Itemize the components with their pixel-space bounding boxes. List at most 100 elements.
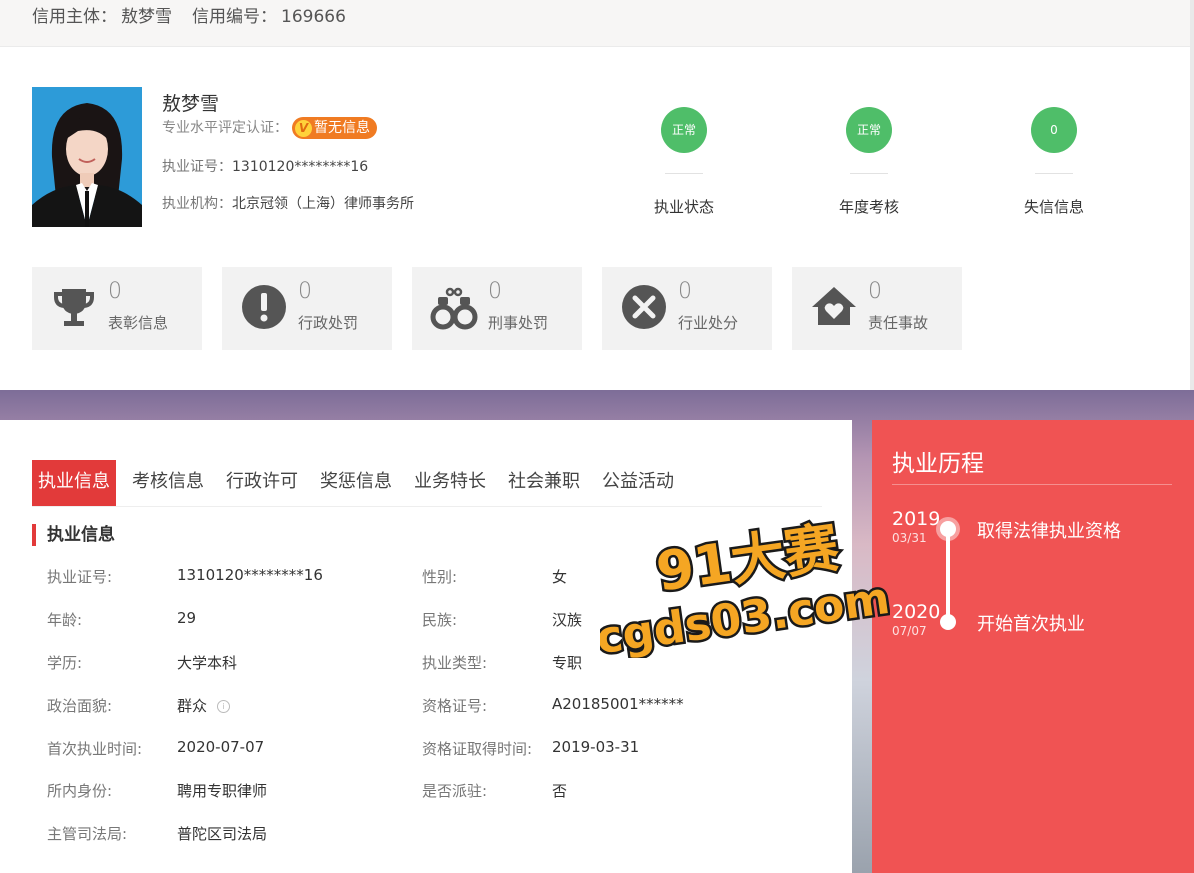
field-value: 群众 <box>177 697 208 715</box>
field-label: 主管司法局: <box>47 825 128 843</box>
card-commendation[interactable]: 0 表彰信息 <box>32 267 202 350</box>
timeline-event: 开始首次执业 <box>977 614 1085 635</box>
timeline-title: 执业历程 <box>892 451 984 477</box>
timeline-dot <box>940 521 956 537</box>
info-icon[interactable]: i <box>217 700 231 713</box>
status-badge: 0 <box>1031 107 1077 153</box>
field-label: 政治面貌: <box>47 697 113 715</box>
divider <box>1035 173 1073 174</box>
field-value: 29 <box>177 609 197 627</box>
career-timeline: 执业历程 2019 03/31 取得法律执业资格 2020 07/07 开始首次… <box>872 420 1194 873</box>
divider <box>665 173 703 174</box>
card-liability-accident[interactable]: 0 责任事故 <box>792 267 962 350</box>
timeline-dot <box>940 614 956 630</box>
timeline-year: 2019 <box>892 508 941 530</box>
card-admin-penalty[interactable]: 0 行政处罚 <box>222 267 392 350</box>
watermark: 91大赛 cgds03.com <box>600 513 890 658</box>
section-title: 执业信息 <box>32 524 115 546</box>
field-value: 2019-03-31 <box>552 738 640 756</box>
exclamation-icon <box>242 285 286 329</box>
timeline-date: 07/07 <box>892 624 927 638</box>
subject-label: 信用主体： <box>32 7 117 27</box>
field-value: 汉族 <box>552 611 583 629</box>
status-label: 失信信息 <box>1023 198 1084 216</box>
status-practice[interactable]: 正常 执业状态 <box>619 107 749 217</box>
tab-specialty[interactable]: 业务特长 <box>414 460 486 506</box>
card-count: 0 <box>678 279 692 304</box>
card-count: 0 <box>108 279 122 304</box>
license-label: 执业证号： <box>162 159 232 175</box>
tab-review-info[interactable]: 考核信息 <box>132 460 204 506</box>
number-label: 信用编号： <box>192 7 277 27</box>
scrollbar-track[interactable] <box>1190 0 1194 390</box>
field-label: 资格证号: <box>422 697 488 715</box>
org-line: 执业机构：北京冠领（上海）律师事务所 <box>162 193 414 213</box>
house-heart-icon <box>812 287 856 325</box>
handcuffs-icon <box>430 287 478 330</box>
org-value: 北京冠领（上海）律师事务所 <box>232 196 414 212</box>
status-label: 年度考核 <box>838 198 899 216</box>
field-label: 资格证取得时间: <box>422 740 533 758</box>
field-value: 普陀区司法局 <box>177 825 268 843</box>
field-label: 执业类型: <box>422 654 488 672</box>
field-label: 民族: <box>422 611 458 629</box>
field-label: 年龄: <box>47 611 83 629</box>
card-count: 0 <box>488 279 502 304</box>
timeline-line <box>946 528 950 623</box>
field-label: 首次执业时间: <box>47 740 143 758</box>
field-value: 2020-07-07 <box>177 738 265 756</box>
card-label: 行业处分 <box>678 314 739 332</box>
card-label: 表彰信息 <box>108 314 169 332</box>
card-count: 0 <box>298 279 312 304</box>
field-label: 性别: <box>422 568 458 586</box>
status-badge: 正常 <box>846 107 892 153</box>
v-icon: V <box>295 120 312 137</box>
card-label: 刑事处罚 <box>488 314 549 332</box>
card-label: 责任事故 <box>868 314 929 332</box>
number-value: 169666 <box>281 7 346 27</box>
timeline-year: 2020 <box>892 601 941 623</box>
card-label: 行政处罚 <box>298 314 359 332</box>
status-label: 执业状态 <box>653 198 714 216</box>
card-industry-sanction[interactable]: 0 行业处分 <box>602 267 772 350</box>
field-value: A20185001****** <box>552 695 684 713</box>
trophy-icon <box>54 289 94 326</box>
x-circle-icon <box>622 285 666 329</box>
tab-public-welfare[interactable]: 公益活动 <box>602 460 674 506</box>
field-label: 所内身份: <box>47 782 113 800</box>
org-label: 执业机构： <box>162 196 232 212</box>
field-value: 女 <box>552 568 568 586</box>
tab-admin-license[interactable]: 行政许可 <box>226 460 298 506</box>
card-count: 0 <box>868 279 882 304</box>
status-annual-review[interactable]: 正常 年度考核 <box>804 107 934 217</box>
lawyer-name: 敖梦雪 <box>162 93 220 115</box>
field-value: 聘用专职律师 <box>177 782 268 800</box>
tab-rewards[interactable]: 奖惩信息 <box>320 460 392 506</box>
divider <box>850 173 888 174</box>
certification-label: 专业水平评定认证： <box>162 120 288 136</box>
field-label: 是否派驻: <box>422 782 488 800</box>
breadcrumb: 信用主体： 敖梦雪 信用编号： 169666 <box>32 2 350 27</box>
divider <box>892 484 1172 485</box>
breadcrumb-bar: 信用主体： 敖梦雪 信用编号： 169666 <box>0 0 1194 47</box>
field-value-political: 群众 i <box>177 695 231 716</box>
status-dishonesty[interactable]: 0 失信信息 <box>989 107 1119 217</box>
tab-part-time[interactable]: 社会兼职 <box>508 460 580 506</box>
tab-practice-info[interactable]: 执业信息 <box>32 460 116 506</box>
avatar <box>32 87 142 227</box>
certification-line: 专业水平评定认证： V 暂无信息 <box>162 117 377 139</box>
status-badge: 正常 <box>661 107 707 153</box>
certification-badge-text: 暂无信息 <box>314 120 370 136</box>
card-criminal-penalty[interactable]: 0 刑事处罚 <box>412 267 582 350</box>
timeline-event: 取得法律执业资格 <box>977 521 1121 542</box>
license-value: 1310120********16 <box>232 159 369 175</box>
tab-bar: 执业信息 考核信息 行政许可 奖惩信息 业务特长 社会兼职 公益活动 <box>32 460 822 507</box>
field-value: 专职 <box>552 654 583 672</box>
field-value: 大学本科 <box>177 654 238 672</box>
field-label: 学历: <box>47 654 83 672</box>
certification-badge: V 暂无信息 <box>292 117 377 139</box>
field-label: 执业证号: <box>47 568 113 586</box>
timeline-date: 03/31 <box>892 531 927 545</box>
field-value: 1310120********16 <box>177 566 323 584</box>
subject-value: 敖梦雪 <box>121 7 172 27</box>
